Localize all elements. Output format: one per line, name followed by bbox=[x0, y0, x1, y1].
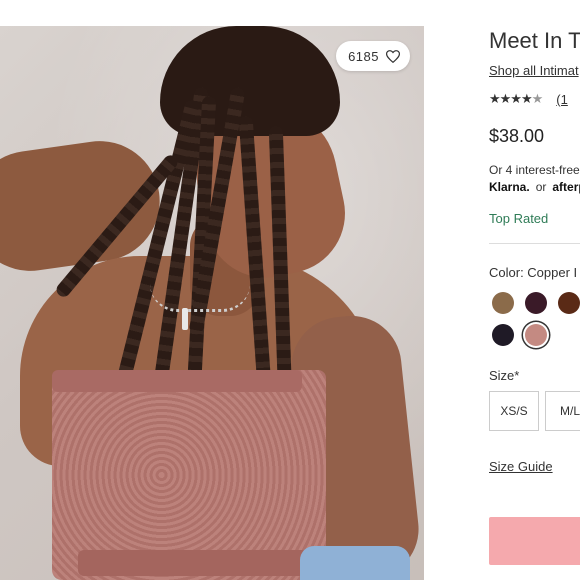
add-to-bag-button[interactable] bbox=[489, 517, 580, 565]
shop-all-link[interactable]: Shop all Intimat bbox=[489, 63, 579, 78]
color-swatch[interactable] bbox=[558, 292, 580, 314]
payment-options: Klarna. or afterp bbox=[489, 180, 580, 194]
size-option-xs-s[interactable]: XS/S bbox=[489, 391, 539, 431]
top-rated-badge: Top Rated bbox=[489, 211, 549, 226]
product-price: $38.00 bbox=[489, 126, 545, 146]
product-details: Meet In T Shop all Intimat ★★★★★ (1 $38.… bbox=[489, 0, 580, 580]
bandeau-top-band bbox=[52, 370, 302, 392]
likes-count: 6185 bbox=[348, 48, 379, 64]
divider bbox=[489, 243, 580, 244]
likes-button[interactable]: 6185 bbox=[336, 41, 410, 71]
necklace bbox=[150, 284, 250, 312]
installments-text: Or 4 interest-free bbox=[489, 163, 580, 177]
size-label: Size* bbox=[489, 368, 520, 383]
bandeau-bottom-band bbox=[78, 550, 328, 576]
or-label: or bbox=[535, 180, 547, 194]
heart-icon bbox=[386, 49, 400, 63]
product-rating[interactable]: ★★★★★ (1 bbox=[489, 91, 568, 107]
afterpay-logo[interactable]: afterp bbox=[552, 180, 580, 194]
jeans bbox=[300, 546, 410, 580]
color-swatch[interactable] bbox=[525, 292, 547, 314]
product-image[interactable]: 6185 bbox=[0, 26, 424, 580]
size-guide-link[interactable]: Size Guide bbox=[489, 459, 553, 474]
review-count-link[interactable]: (1 bbox=[556, 92, 568, 107]
color-label: Color: Copper I bbox=[489, 265, 578, 280]
color-swatch[interactable] bbox=[492, 324, 514, 346]
klarna-logo[interactable]: Klarna. bbox=[489, 180, 530, 194]
product-title: Meet In T bbox=[489, 28, 580, 53]
necklace-pendant bbox=[182, 308, 188, 330]
lace-bandeau-top bbox=[52, 370, 326, 580]
color-swatch[interactable] bbox=[525, 324, 547, 346]
color-swatch[interactable] bbox=[492, 292, 514, 314]
star-rating-icon: ★★★★★ bbox=[489, 91, 543, 106]
size-option-m-l[interactable]: M/L bbox=[545, 391, 580, 431]
